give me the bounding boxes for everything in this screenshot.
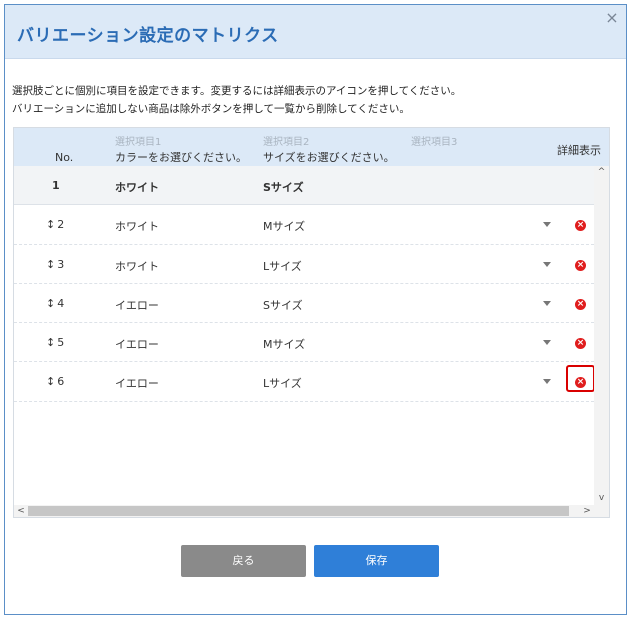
caret-down-icon[interactable] xyxy=(542,219,552,229)
row-size: Lサイズ xyxy=(263,259,302,273)
table-body: 1 ホワイト Sサイズ ↕2 ホワイト Mサイズ ↕3 ホワイト Lサイズ ↕4… xyxy=(14,166,595,402)
header-option1-select: カラーをお選びください。 xyxy=(115,151,247,164)
table-row: ↕ 2 ホワイト Mサイズ xyxy=(14,205,594,245)
scroll-down-icon[interactable]: v xyxy=(594,492,609,505)
row-no-cell: ↕ 4 xyxy=(46,297,64,310)
row-no: 2 xyxy=(57,218,65,232)
scroll-right-icon[interactable]: > xyxy=(580,505,594,517)
table-row: 1 ホワイト Sサイズ xyxy=(14,166,594,206)
table-row: ↕ 3 ホワイト Lサイズ xyxy=(14,245,594,284)
table-header: No. 選択項目1 カラーをお選びください。 選択項目2 サイズをお選びください… xyxy=(14,128,609,166)
row-color: イエロー xyxy=(115,338,159,352)
dialog-title: バリエーション設定のマトリクス xyxy=(17,26,279,46)
save-button[interactable]: 保存 xyxy=(314,545,439,577)
remove-circle-icon[interactable] xyxy=(575,337,586,350)
vertical-scrollbar[interactable]: ^ v xyxy=(594,166,609,505)
updown-arrow-icon[interactable]: ↕ xyxy=(46,297,55,310)
row-color: ホワイト xyxy=(115,259,159,273)
close-icon[interactable]: × xyxy=(604,10,620,26)
scroll-left-icon[interactable]: < xyxy=(14,505,28,517)
table-row: ↕ 6 イエロー Lサイズ xyxy=(14,362,595,402)
updown-arrow-icon[interactable]: ↕ xyxy=(46,375,55,388)
remove-circle-icon[interactable] xyxy=(575,376,586,389)
row-no: 1 xyxy=(52,179,60,192)
row-no: 3 xyxy=(57,257,65,271)
remove-circle-icon[interactable] xyxy=(575,259,586,271)
header-option3-label: 選択項目3 xyxy=(411,137,458,148)
row-size: Lサイズ xyxy=(263,377,302,391)
remove-circle-icon[interactable] xyxy=(575,219,586,232)
row-size: Mサイズ xyxy=(263,220,306,234)
description-line-2: バリエーションに追加しない商品は除外ボタンを押して一覧から削除してください。 xyxy=(12,103,410,115)
horizontal-scrollbar[interactable]: < > xyxy=(14,505,609,517)
row-no: 5 xyxy=(57,336,65,350)
header-option1-label: 選択項目1 xyxy=(115,137,162,148)
header-detail: 詳細表示 xyxy=(557,144,601,157)
row-color: イエロー xyxy=(115,377,159,391)
row-no-cell: ↕ 5 xyxy=(46,336,64,349)
back-button[interactable]: 戻る xyxy=(181,545,306,577)
row-color: ホワイト xyxy=(115,181,159,194)
dialog-header: バリエーション設定のマトリクス × xyxy=(5,5,626,59)
row-color: イエロー xyxy=(115,298,159,312)
scroll-up-icon[interactable]: ^ xyxy=(594,166,609,179)
updown-arrow-icon[interactable]: ↕ xyxy=(46,336,55,349)
horizontal-scroll-thumb[interactable] xyxy=(28,506,569,516)
row-no-cell: ↕ 2 xyxy=(46,218,64,231)
table-row: ↕ 5 イエロー Mサイズ xyxy=(14,323,594,363)
caret-down-icon[interactable] xyxy=(542,376,552,386)
header-option2-label: 選択項目2 xyxy=(263,137,310,148)
updown-arrow-icon[interactable]: ↕ xyxy=(46,218,55,231)
header-option2-select: サイズをお選びください。 xyxy=(263,151,395,164)
row-size: Sサイズ xyxy=(263,181,304,194)
row-size: Mサイズ xyxy=(263,338,306,352)
row-color: ホワイト xyxy=(115,220,159,234)
caret-down-icon[interactable] xyxy=(542,337,552,347)
description-line-1: 選択肢ごとに個別に項目を設定できます。変更するには詳細表示のアイコンを押してくだ… xyxy=(12,85,462,97)
remove-circle-icon[interactable] xyxy=(575,298,586,310)
row-no-cell: ↕ 3 xyxy=(46,258,64,271)
row-size: Sサイズ xyxy=(263,298,303,312)
row-no: 4 xyxy=(57,296,65,310)
variation-table: No. 選択項目1 カラーをお選びください。 選択項目2 サイズをお選びください… xyxy=(13,127,610,518)
table-row: ↕ 4 イエロー Sサイズ xyxy=(14,284,594,324)
row-no: 6 xyxy=(57,375,65,389)
caret-down-icon[interactable] xyxy=(542,259,552,269)
caret-down-icon[interactable] xyxy=(542,298,552,308)
row-no-cell: ↕ 6 xyxy=(46,375,64,388)
header-no: No. xyxy=(55,151,74,164)
updown-arrow-icon[interactable]: ↕ xyxy=(46,258,55,271)
